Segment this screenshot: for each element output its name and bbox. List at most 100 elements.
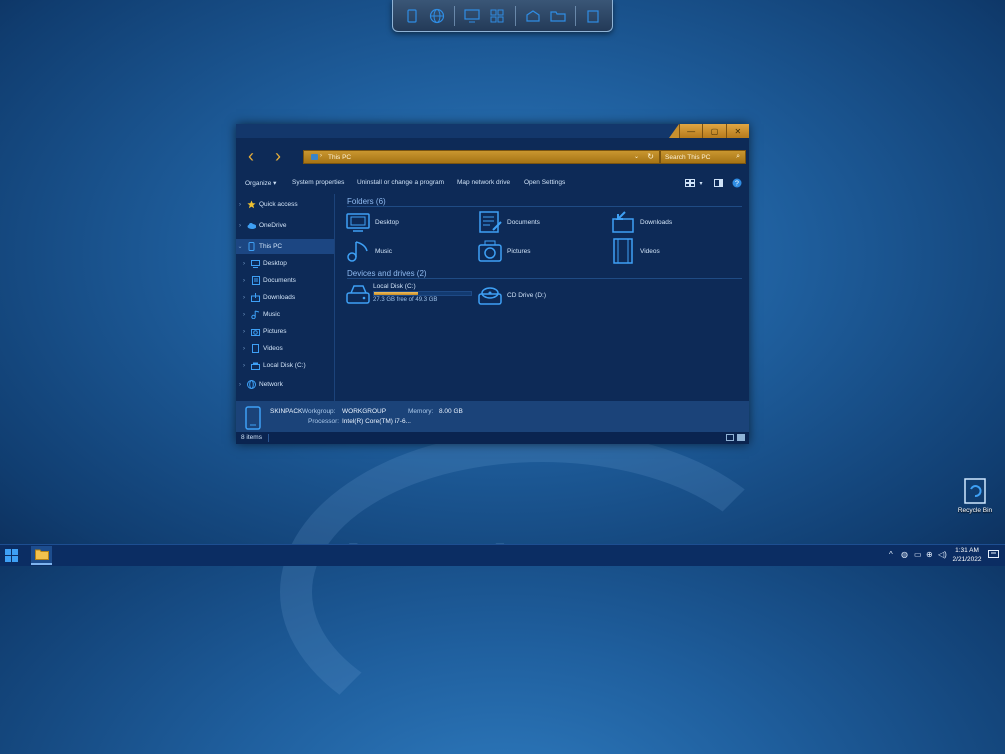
sidebar-item-videos[interactable]: › Videos <box>236 341 338 356</box>
folders-group-title[interactable]: Folders (6) <box>347 197 386 206</box>
window-controls: — ▢ ✕ <box>669 124 749 138</box>
drives-group-title[interactable]: Devices and drives (2) <box>347 269 427 278</box>
videos-icon <box>251 344 260 353</box>
globe-icon[interactable] <box>429 8 445 24</box>
search-icon[interactable]: ⌕ <box>736 153 740 161</box>
folder-label: Videos <box>640 247 660 255</box>
battery-icon[interactable]: ▭ <box>914 550 922 559</box>
folder-tile-videos[interactable]: Videos <box>610 238 730 264</box>
sidebar-item-network[interactable]: › Network <box>236 377 334 392</box>
network-icon[interactable]: ⊕ <box>926 550 933 559</box>
sidebar-item-label: Quick access <box>259 201 298 208</box>
organize-button[interactable]: Organize ▾ <box>245 179 276 187</box>
close-button[interactable]: ✕ <box>725 124 749 138</box>
monitor-icon[interactable] <box>464 8 480 24</box>
start-button[interactable] <box>5 549 18 562</box>
search-placeholder: Search This PC <box>665 154 711 161</box>
folder-tile-downloads[interactable]: Downloads <box>610 209 730 235</box>
desktop-icon <box>251 259 260 268</box>
forward-button[interactable]: › <box>268 146 288 167</box>
folder-icon[interactable] <box>550 8 566 24</box>
chevron-down-icon[interactable]: ▾ <box>695 177 707 189</box>
system-properties-button[interactable]: System properties <box>292 179 344 186</box>
recycle-icon[interactable] <box>585 8 601 24</box>
sidebar-item-label: Videos <box>263 345 283 352</box>
chevron-right-icon[interactable]: › <box>240 363 248 369</box>
chevron-down-icon[interactable]: ⌄ <box>236 243 244 250</box>
sidebar-item-desktop[interactable]: › Desktop <box>236 256 338 271</box>
chevron-right-icon[interactable]: › <box>240 278 248 284</box>
music-icon <box>251 310 260 319</box>
apps-icon[interactable] <box>489 8 505 24</box>
open-settings-button[interactable]: Open Settings <box>524 179 565 186</box>
command-bar: Organize ▾ System properties Uninstall o… <box>236 176 749 190</box>
sidebar-item-label: This PC <box>259 243 283 250</box>
svg-text:?: ? <box>735 181 739 188</box>
explorer-window: — ▢ ✕ ‹ › › This PC ⌄ ↻ Search This PC ⌕… <box>236 124 749 444</box>
network-icon <box>247 380 256 389</box>
folder-tile-pictures[interactable]: Pictures <box>477 238 597 264</box>
folder-tile-desktop[interactable]: Desktop <box>345 209 465 235</box>
sidebar-item-this-pc[interactable]: ⌄ This PC <box>236 239 334 254</box>
sidebar-item-pictures[interactable]: › Pictures <box>236 324 338 339</box>
minimize-button[interactable]: — <box>679 124 703 138</box>
address-bar[interactable]: › This PC ⌄ ↻ <box>303 150 660 164</box>
processor-label: Processor: <box>308 418 340 425</box>
wallpaper-logo-ring <box>280 430 804 754</box>
group-divider <box>347 206 742 207</box>
windows-logo-icon <box>5 549 18 562</box>
volume-icon[interactable]: ◁) <box>938 550 947 559</box>
sidebar-item-label: Network <box>259 381 283 388</box>
folder-tile-music[interactable]: Music <box>345 238 465 264</box>
documents-icon <box>251 276 260 285</box>
chevron-right-icon[interactable]: › <box>236 382 244 388</box>
search-input[interactable]: Search This PC ⌕ <box>660 150 746 164</box>
chevron-right-icon[interactable]: › <box>236 202 244 208</box>
chevron-up-icon[interactable]: ^ <box>889 550 893 559</box>
sidebar-item-music[interactable]: › Music <box>236 307 338 322</box>
chevron-right-icon[interactable]: › <box>240 329 248 335</box>
folder-label: Pictures <box>507 247 531 255</box>
taskbar-file-explorer-button[interactable] <box>31 546 52 565</box>
recycle-bin-desktop-icon[interactable]: Recycle Bin <box>953 478 997 518</box>
folder-tile-documents[interactable]: Documents <box>477 209 597 235</box>
clock-time[interactable]: 1:31 AM <box>950 547 984 554</box>
title-bar[interactable]: — ▢ ✕ <box>236 124 749 138</box>
network-drive-icon[interactable] <box>525 8 541 24</box>
chevron-right-icon[interactable]: › <box>236 223 244 229</box>
breadcrumb-chevron-icon[interactable]: › <box>320 153 322 159</box>
downloads-icon <box>251 293 260 302</box>
sidebar-item-documents[interactable]: › Documents <box>236 273 338 288</box>
drive-label: CD Drive (D:) <box>507 291 546 299</box>
security-icon[interactable]: ◍ <box>901 550 908 559</box>
uninstall-program-button[interactable]: Uninstall or change a program <box>357 179 444 186</box>
sidebar-item-onedrive[interactable]: › OneDrive <box>236 218 334 233</box>
group-divider <box>347 278 742 279</box>
dock-bar <box>392 0 613 32</box>
desktop-icon <box>345 209 371 235</box>
help-icon[interactable]: ? <box>731 177 743 189</box>
maximize-button[interactable]: ▢ <box>702 124 726 138</box>
map-network-drive-button[interactable]: Map network drive <box>457 179 510 186</box>
drive-free-space: 27.3 GB free of 49.3 GB <box>373 297 438 303</box>
back-button[interactable]: ‹ <box>241 146 261 167</box>
phone-icon[interactable] <box>404 8 420 24</box>
sidebar-item-downloads[interactable]: › Downloads <box>236 290 338 305</box>
clock-date[interactable]: 2/21/2022 <box>950 556 984 563</box>
refresh-icon[interactable]: ↻ <box>647 152 654 161</box>
large-icons-view-button[interactable] <box>737 434 745 441</box>
navigation-pane: › Quick access › OneDrive ⌄ This PC › De… <box>236 194 335 401</box>
sidebar-item-quick-access[interactable]: › Quick access <box>236 197 334 212</box>
details-view-button[interactable] <box>726 434 734 441</box>
preview-pane-icon[interactable] <box>712 177 724 189</box>
chevron-down-icon[interactable]: ⌄ <box>634 153 639 160</box>
chevron-right-icon[interactable]: › <box>240 261 248 267</box>
chevron-right-icon[interactable]: › <box>240 312 248 318</box>
drive-tile-c[interactable]: Local Disk (C:) 27.3 GB free of 49.3 GB <box>345 282 477 306</box>
notification-icon[interactable] <box>988 550 999 560</box>
sidebar-item-local-disk[interactable]: › Local Disk (C:) <box>236 358 338 373</box>
chevron-right-icon[interactable]: › <box>240 295 248 301</box>
recycle-bin-label: Recycle Bin <box>957 507 993 514</box>
drive-tile-d[interactable]: CD Drive (D:) <box>477 282 597 308</box>
chevron-right-icon[interactable]: › <box>240 346 248 352</box>
